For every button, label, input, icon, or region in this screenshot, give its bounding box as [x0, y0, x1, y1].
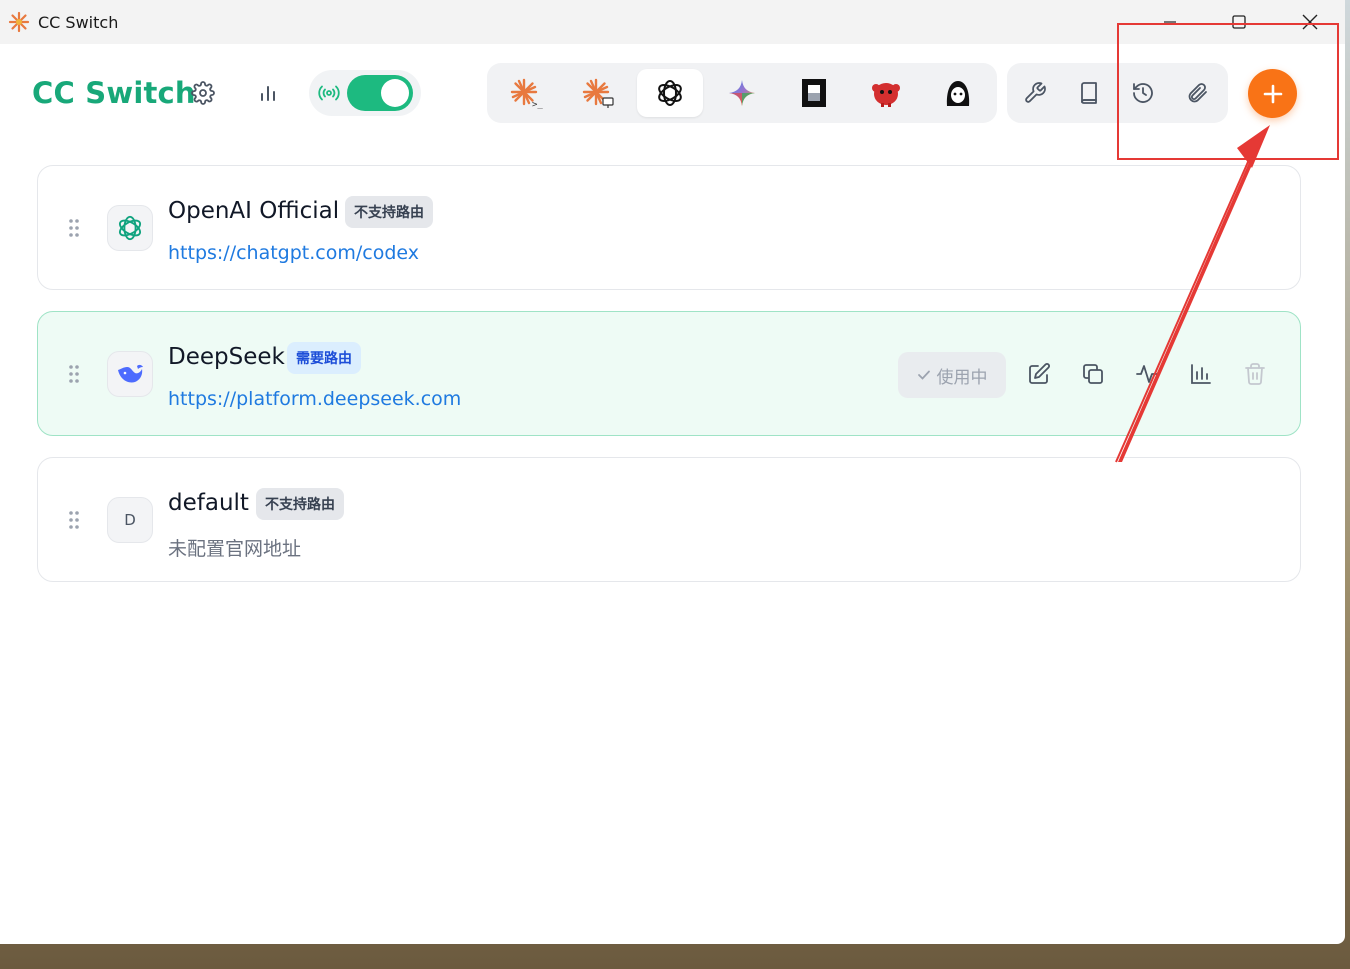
brand-title: CC Switch [32, 76, 196, 110]
edit-icon [1029, 363, 1050, 384]
bar-chart-icon [1191, 364, 1211, 384]
red-mascot-icon [872, 83, 900, 107]
proxy-toggle-group [309, 70, 421, 116]
svg-text:>_: >_ [532, 100, 543, 109]
tab-red-mascot[interactable] [853, 69, 919, 117]
annotation-highlight-box [1117, 23, 1339, 160]
claude-code-icon: >_ [510, 78, 543, 109]
provider-name: default [168, 490, 249, 516]
proxy-toggle-switch[interactable] [347, 75, 413, 111]
app-selector: >_ [487, 63, 997, 123]
provider-name: DeepSeek [168, 344, 285, 370]
check-icon [917, 370, 930, 380]
openai-icon [118, 215, 142, 241]
in-use-button[interactable]: 使用中 [898, 352, 1006, 398]
claude-desktop-icon [582, 78, 614, 108]
tab-claude-code[interactable]: >_ [493, 69, 559, 117]
book-icon [1081, 82, 1097, 104]
tab-character-avatar[interactable] [925, 69, 991, 117]
window-title: CC Switch [38, 12, 119, 32]
wrench-icon [1025, 82, 1046, 103]
delete-button[interactable] [1241, 360, 1269, 388]
drag-handle-icon[interactable] [68, 510, 80, 530]
routing-badge: 不支持路由 [345, 196, 433, 228]
duplicate-button[interactable] [1079, 360, 1107, 388]
provider-letter-avatar: D [107, 497, 153, 543]
character-avatar-icon [946, 81, 970, 106]
app-logo-icon [8, 11, 30, 33]
provider-icon [107, 351, 153, 397]
copy-icon [1083, 364, 1103, 384]
gear-icon [191, 81, 215, 105]
provider-card-default[interactable]: D default 不支持路由 未配置官网地址 [37, 457, 1301, 582]
deepseek-whale-icon [118, 364, 143, 383]
bar-chart-icon [261, 86, 275, 101]
in-use-label: 使用中 [936, 367, 988, 388]
provider-url-link[interactable]: https://chatgpt.com/codex [168, 242, 419, 264]
provider-card-deepseek[interactable]: DeepSeek 需要路由 https://platform.deepseek.… [37, 311, 1301, 436]
tab-gemini[interactable] [709, 69, 775, 117]
gemini-icon [729, 80, 755, 106]
provider-icon [107, 205, 153, 251]
activity-icon [1136, 365, 1158, 383]
tab-codex[interactable] [637, 69, 703, 117]
provider-name: OpenAI Official [168, 198, 340, 224]
tools-button[interactable] [1015, 73, 1055, 113]
stats-button[interactable] [248, 73, 288, 113]
usage-stats-button[interactable] [1187, 360, 1215, 388]
test-latency-button[interactable] [1133, 360, 1161, 388]
drag-handle-icon[interactable] [68, 218, 80, 238]
broadcast-icon [318, 85, 340, 101]
openai-icon [658, 80, 682, 106]
edit-button[interactable] [1025, 360, 1053, 388]
provider-url-placeholder: 未配置官网地址 [168, 538, 302, 560]
tab-claude-desktop[interactable] [565, 69, 631, 117]
settings-button[interactable] [183, 73, 223, 113]
toggle-knob [381, 79, 409, 107]
provider-card-openai-official[interactable]: OpenAI Official 不支持路由 https://chatgpt.co… [37, 165, 1301, 290]
routing-badge: 需要路由 [287, 342, 361, 374]
docs-button[interactable] [1069, 73, 1109, 113]
opencode-icon [802, 79, 826, 107]
tab-opencode[interactable] [781, 69, 847, 117]
trash-icon [1245, 363, 1265, 385]
routing-badge: 不支持路由 [256, 488, 344, 520]
drag-handle-icon[interactable] [68, 364, 80, 384]
provider-url-link[interactable]: https://platform.deepseek.com [168, 388, 461, 410]
